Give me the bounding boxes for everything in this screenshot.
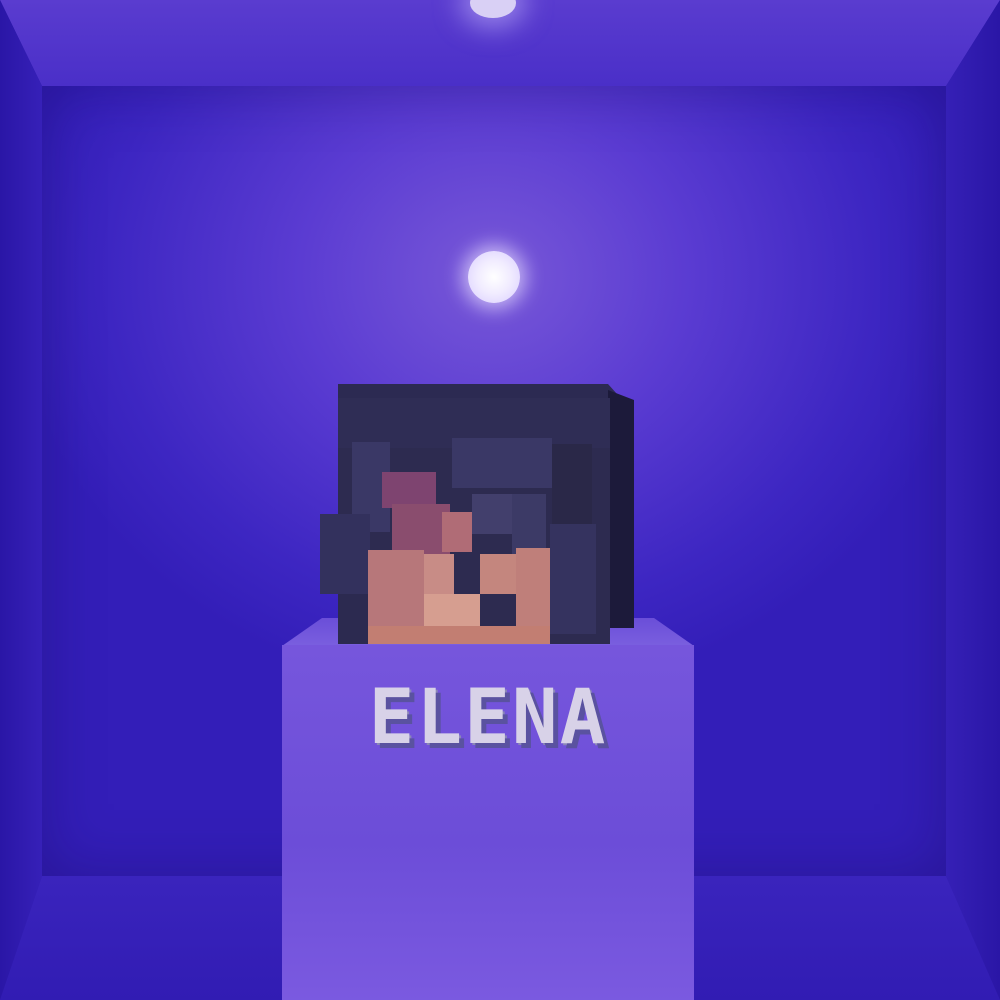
room-left-wall [0, 0, 42, 1000]
blocky-head [320, 384, 638, 644]
room-right-wall [946, 0, 1000, 1000]
head-face [320, 398, 610, 644]
scene: ELENA [0, 0, 1000, 1000]
light-orb [468, 251, 520, 303]
name-label: ELENA [368, 672, 608, 761]
head-side [608, 390, 634, 628]
